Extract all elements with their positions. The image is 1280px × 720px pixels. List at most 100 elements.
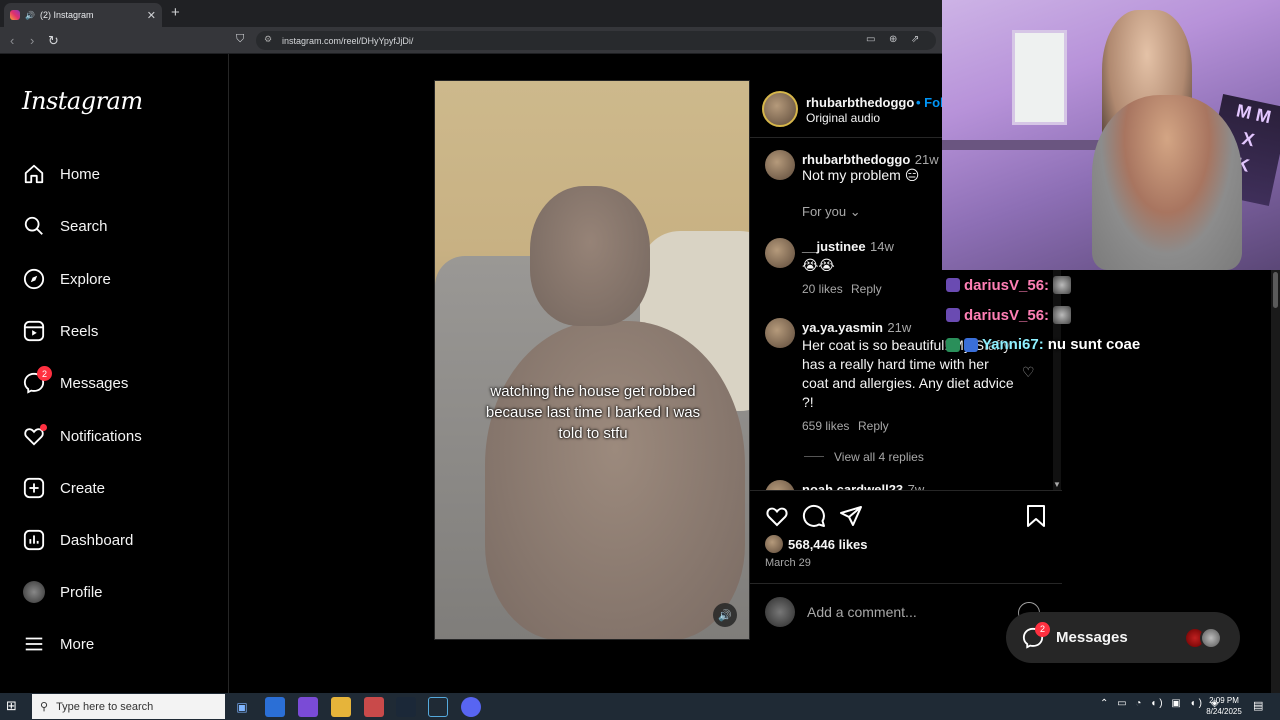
reel-caption: watching the house get robbed because la… [485,383,701,442]
filter-label: For you [802,204,847,219]
save-bookmark-icon[interactable] [1023,503,1049,529]
sidebar-item-label: Messages [60,374,129,392]
follow-button[interactable]: • Fol [916,95,944,110]
site-info-icon[interactable]: ⚙ [264,34,272,45]
instagram-favicon-icon [10,10,20,20]
likes-count[interactable]: 568,446 likes [788,537,868,552]
chat-badge-icon [964,337,978,352]
messages-badge: 2 [1035,621,1050,637]
original-audio-link[interactable]: Original audio [806,111,880,125]
chat-badge-icon [946,308,960,322]
clock-date: 8/24/2025 [1206,707,1242,716]
back-icon[interactable]: ‹ [10,33,14,48]
messages-pill[interactable]: 2 Messages [1006,612,1240,663]
reload-icon[interactable]: ↻ [48,33,59,49]
taskbar-clock[interactable]: 2:09 PM 8/24/2025 [1202,695,1246,717]
clock-time: 2:09 PM [1209,696,1239,705]
comment-username[interactable]: noah cardwell23 [802,482,903,490]
url-field[interactable]: ⚙ instagram.com/reel/DHyYpyfJjDi/ [256,31,936,50]
copilot-app-icon[interactable] [265,697,285,717]
reply-button[interactable]: Reply [851,282,882,296]
comment-avatar[interactable] [765,238,795,268]
comment-likes[interactable]: 659 likes [802,419,849,433]
chat-message: Yanni67: nu sunt coae [946,336,1140,353]
comment-username[interactable]: ya.ya.yasmin [802,320,883,335]
current-user-avatar [765,597,795,627]
cam-person-front [1092,95,1242,270]
ai-app-icon[interactable] [298,697,318,717]
avatar-icon [22,580,46,604]
app-icon[interactable] [428,697,448,717]
chart-icon [22,528,46,552]
comment-username[interactable]: __justinee [802,239,866,254]
video-dog-head [530,186,650,326]
sidebar-item-more[interactable]: More [22,625,222,663]
comment-username[interactable]: rhubarbthedoggo [802,152,910,167]
file-explorer-icon[interactable] [331,697,351,717]
search-icon: ⚲ [40,701,49,713]
comment-avatar[interactable] [765,480,795,490]
sidebar-item-label: Home [60,165,101,183]
sidebar-item-search[interactable]: Search [22,207,222,245]
sidebar-item-create[interactable]: Create [22,469,222,507]
new-tab-button[interactable]: + [171,4,180,21]
sidebar-item-dashboard[interactable]: Dashboard [22,521,222,559]
comment-time: 21w [887,320,912,335]
taskbar-search-box[interactable]: ⚲ Type here to search [32,694,225,719]
reels-icon [22,319,46,343]
comment-avatar[interactable] [765,318,795,348]
sidebar-item-home[interactable]: Home [22,155,222,193]
messenger-icon: 2 [22,366,52,395]
zoom-icon[interactable]: ⊕ [889,34,897,45]
browser-tab[interactable]: 🔊 (2) Instagram ✕ [4,3,162,27]
compass-icon [22,267,46,291]
page-scrollbar[interactable] [1271,270,1280,693]
bookmark-icon[interactable]: ⛉ [236,33,244,46]
sidebar-item-reels[interactable]: Reels [22,312,222,350]
heart-icon [22,424,47,448]
chevron-down-icon: ⌄ [849,204,861,219]
comment-time: 14w [870,239,894,254]
view-replies-button[interactable]: View all 4 replies [834,450,924,464]
chat-message: dariusV_56: [946,306,1072,324]
comments-filter-dropdown[interactable]: For you ⌄ [802,204,861,220]
chat-badge-icon [946,278,960,292]
speaker-icon[interactable]: 🔊 [25,11,35,20]
like-heart-icon[interactable] [764,503,790,529]
steam-icon[interactable] [396,697,416,717]
chat-emote-icon [1053,306,1072,324]
scrollbar-thumb[interactable] [1273,272,1278,308]
reel-video[interactable]: watching the house get robbed because la… [434,80,750,640]
instagram-logo[interactable]: Instagram [22,87,143,115]
search-icon [22,214,46,238]
sidebar-item-explore[interactable]: Explore [22,260,222,298]
comment-likes[interactable]: 20 likes [802,282,843,296]
browser-app-icon[interactable] [364,697,384,717]
volume-icon[interactable]: 🔊 [713,603,737,627]
liker-avatar[interactable] [765,535,783,553]
comment-time: 21w [914,152,939,167]
task-view-icon[interactable]: ▣ [232,697,252,717]
comment-header: __justinee 14w [802,238,894,256]
comment-bubble-icon[interactable] [801,503,827,529]
comment-like-heart-icon[interactable]: ♡ [1022,364,1035,381]
share-icon[interactable]: ⇗ [911,34,919,45]
chat-message-text: nu sunt coae [1047,336,1141,353]
sidebar-item-profile[interactable]: Profile [22,573,222,611]
forward-icon[interactable]: › [30,33,34,48]
sidebar-item-notifications[interactable]: Notifications [22,417,222,455]
share-plane-icon[interactable] [838,503,864,529]
windows-start-icon[interactable]: ⊞ [6,698,17,714]
sidebar-item-messages[interactable]: 2 Messages [22,364,222,402]
cast-icon[interactable]: ▭ [866,34,875,45]
notification-center-icon[interactable]: ▤ [1253,699,1263,712]
author-avatar[interactable] [762,91,798,127]
close-tab-icon[interactable]: ✕ [147,9,156,22]
comment-avatar[interactable] [765,150,795,180]
add-comment-input[interactable]: Add a comment... [807,604,917,620]
reply-button[interactable]: Reply [858,419,889,433]
scroll-down-arrow-icon[interactable]: ▼ [1053,480,1061,489]
author-username[interactable]: rhubarbthedoggo [806,95,914,110]
discord-icon[interactable] [461,697,481,717]
sidebar-item-label: Notifications [60,427,142,445]
